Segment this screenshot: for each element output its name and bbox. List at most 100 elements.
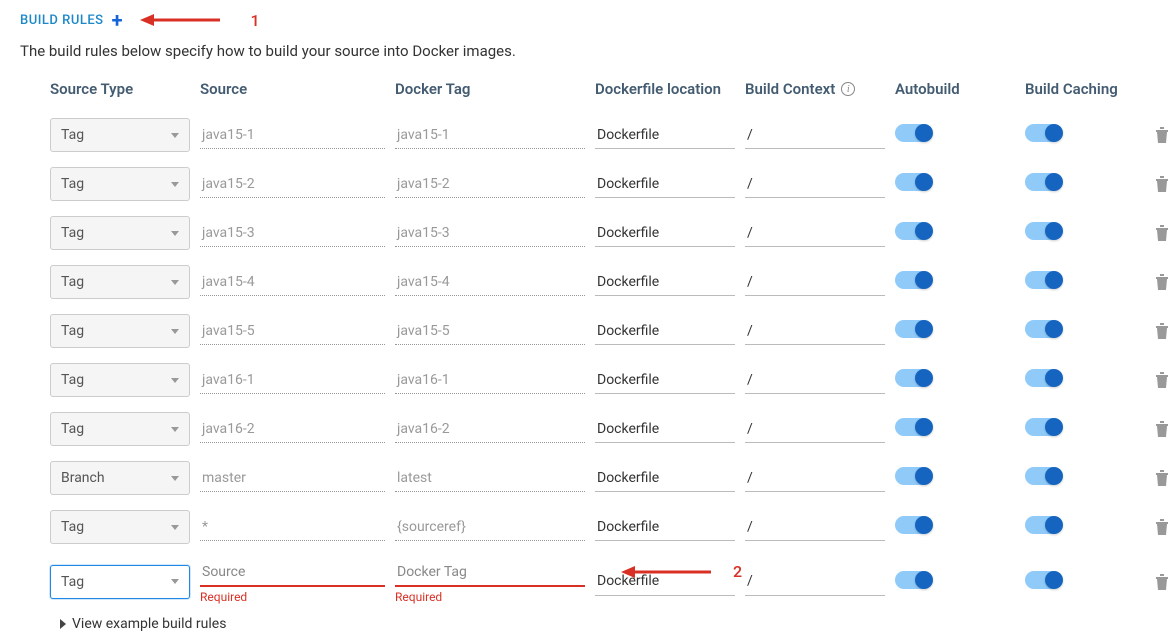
- source-type-select[interactable]: Tag: [50, 510, 190, 544]
- build-rule-row: Tag java16-2 java16-2 Dockerfile /: [50, 412, 1151, 446]
- delete-row-button[interactable]: [1155, 421, 1171, 437]
- build-context-input[interactable]: /: [745, 464, 885, 492]
- delete-row-button[interactable]: [1155, 274, 1171, 290]
- source-type-select[interactable]: Tag: [50, 565, 190, 599]
- build-caching-toggle[interactable]: [1025, 124, 1061, 142]
- autobuild-toggle[interactable]: [895, 467, 931, 485]
- triangle-right-icon: [60, 619, 66, 629]
- delete-row-button[interactable]: [1155, 372, 1171, 388]
- docker-tag-input[interactable]: java16-1: [395, 366, 585, 394]
- build-rule-row: Tag * {sourceref} Dockerfile /: [50, 510, 1151, 544]
- delete-row-button[interactable]: [1155, 574, 1171, 590]
- docker-tag-input[interactable]: java15-5: [395, 317, 585, 345]
- source-input[interactable]: java15-5: [200, 317, 385, 345]
- autobuild-toggle[interactable]: [895, 320, 931, 338]
- autobuild-toggle[interactable]: [895, 124, 931, 142]
- add-rule-button[interactable]: +: [112, 10, 123, 30]
- build-caching-toggle[interactable]: [1025, 516, 1061, 534]
- docker-tag-input[interactable]: java16-2: [395, 415, 585, 443]
- build-caching-toggle[interactable]: [1025, 369, 1061, 387]
- autobuild-toggle[interactable]: [895, 222, 931, 240]
- build-rule-row: Tag java15-3 java15-3 Dockerfile /: [50, 216, 1151, 250]
- build-context-input[interactable]: /: [745, 568, 885, 596]
- source-type-select[interactable]: Tag: [50, 265, 190, 299]
- source-input[interactable]: java16-1: [200, 366, 385, 394]
- build-caching-toggle[interactable]: [1025, 173, 1061, 191]
- column-headers: Source Type Source Docker Tag Dockerfile…: [50, 80, 1151, 98]
- view-example-rules[interactable]: View example build rules: [60, 616, 1151, 632]
- build-rule-row: Tag java15-4 java15-4 Dockerfile /: [50, 265, 1151, 299]
- build-context-input[interactable]: /: [745, 219, 885, 247]
- chevron-down-icon: [171, 525, 179, 530]
- dockerfile-location-input[interactable]: Dockerfile: [595, 268, 735, 296]
- dockerfile-location-input[interactable]: Dockerfile: [595, 170, 735, 198]
- delete-row-button[interactable]: [1155, 323, 1171, 339]
- build-context-input[interactable]: /: [745, 513, 885, 541]
- dockerfile-location-input[interactable]: Dockerfile: [595, 121, 735, 149]
- source-input[interactable]: java16-2: [200, 415, 385, 443]
- col-build-context: Build Context i: [745, 80, 885, 98]
- delete-row-button[interactable]: [1155, 470, 1171, 486]
- autobuild-toggle[interactable]: [895, 271, 931, 289]
- build-context-input[interactable]: /: [745, 268, 885, 296]
- docker-tag-input[interactable]: latest: [395, 464, 585, 492]
- chevron-down-icon: [171, 231, 179, 236]
- dockerfile-location-input[interactable]: Dockerfile: [595, 464, 735, 492]
- dockerfile-location-input[interactable]: Dockerfile: [595, 415, 735, 443]
- chevron-down-icon: [171, 280, 179, 285]
- build-caching-toggle[interactable]: [1025, 571, 1061, 589]
- build-caching-toggle[interactable]: [1025, 418, 1061, 436]
- build-context-input[interactable]: /: [745, 366, 885, 394]
- build-caching-toggle[interactable]: [1025, 467, 1061, 485]
- dockerfile-location-input[interactable]: Dockerfile: [595, 513, 735, 541]
- info-icon[interactable]: i: [841, 82, 855, 96]
- chevron-down-icon: [171, 133, 179, 138]
- dockerfile-location-input[interactable]: Dockerfile: [595, 219, 735, 247]
- annotation-arrow-2: 2: [621, 562, 742, 581]
- docker-tag-input[interactable]: java15-1: [395, 121, 585, 149]
- source-type-select[interactable]: Tag: [50, 363, 190, 397]
- build-rule-row: Tag java15-1 java15-1 Dockerfile /: [50, 118, 1151, 152]
- autobuild-toggle[interactable]: [895, 418, 931, 436]
- dockerfile-location-input[interactable]: Dockerfile: [595, 366, 735, 394]
- source-input[interactable]: java15-2: [200, 170, 385, 198]
- dockerfile-location-input[interactable]: Dockerfile: [595, 317, 735, 345]
- docker-tag-input[interactable]: java15-3: [395, 219, 585, 247]
- source-input[interactable]: java15-3: [200, 219, 385, 247]
- delete-row-button[interactable]: [1155, 176, 1171, 192]
- build-context-input[interactable]: /: [745, 415, 885, 443]
- build-caching-toggle[interactable]: [1025, 271, 1061, 289]
- build-context-input[interactable]: /: [745, 121, 885, 149]
- source-input[interactable]: master: [200, 464, 385, 492]
- docker-tag-input[interactable]: java15-2: [395, 170, 585, 198]
- source-type-select[interactable]: Tag: [50, 412, 190, 446]
- source-input[interactable]: java15-4: [200, 268, 385, 296]
- delete-row-button[interactable]: [1155, 519, 1171, 535]
- autobuild-toggle[interactable]: [895, 173, 931, 191]
- delete-row-button[interactable]: [1155, 225, 1171, 241]
- build-context-input[interactable]: /: [745, 170, 885, 198]
- build-caching-toggle[interactable]: [1025, 320, 1061, 338]
- build-rule-row: Branch master latest Dockerfile /: [50, 461, 1151, 495]
- source-type-select[interactable]: Tag: [50, 118, 190, 152]
- source-input[interactable]: *: [200, 513, 385, 541]
- delete-row-button[interactable]: [1155, 127, 1171, 143]
- build-caching-toggle[interactable]: [1025, 222, 1061, 240]
- source-type-select[interactable]: Tag: [50, 167, 190, 201]
- col-autobuild: Autobuild: [895, 80, 1015, 98]
- docker-tag-input[interactable]: Docker Tag: [395, 559, 585, 587]
- chevron-down-icon: [171, 378, 179, 383]
- source-type-select[interactable]: Tag: [50, 216, 190, 250]
- docker-tag-input[interactable]: {sourceref}: [395, 513, 585, 541]
- source-type-select[interactable]: Tag: [50, 314, 190, 348]
- autobuild-toggle[interactable]: [895, 516, 931, 534]
- autobuild-toggle[interactable]: [895, 571, 931, 589]
- autobuild-toggle[interactable]: [895, 369, 931, 387]
- source-type-select[interactable]: Branch: [50, 461, 190, 495]
- source-input[interactable]: Source: [200, 559, 385, 587]
- section-title: BUILD RULES: [20, 13, 104, 28]
- source-input[interactable]: java15-1: [200, 121, 385, 149]
- build-context-input[interactable]: /: [745, 317, 885, 345]
- docker-tag-input[interactable]: java15-4: [395, 268, 585, 296]
- build-rule-row: Tag java15-5 java15-5 Dockerfile /: [50, 314, 1151, 348]
